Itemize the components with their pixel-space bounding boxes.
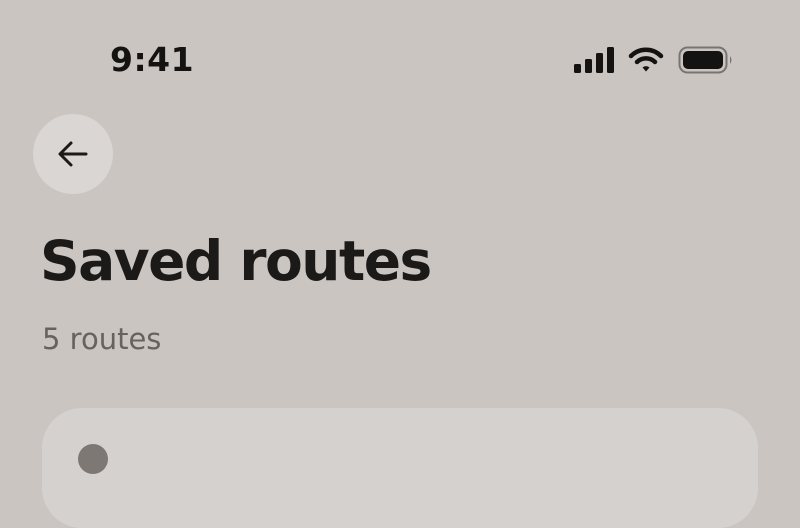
battery-icon <box>678 46 732 74</box>
page-title: Saved routes <box>40 229 432 293</box>
wifi-icon <box>628 47 664 72</box>
arrow-left-icon <box>58 141 88 167</box>
cellular-signal-icon <box>574 47 614 73</box>
status-bar: 9:41 <box>0 0 800 120</box>
back-button[interactable] <box>33 114 113 194</box>
route-card[interactable] <box>42 408 758 528</box>
status-icons <box>574 44 734 76</box>
route-card-icon <box>78 444 108 474</box>
route-count: 5 routes <box>42 322 162 356</box>
status-time: 9:41 <box>110 40 195 79</box>
